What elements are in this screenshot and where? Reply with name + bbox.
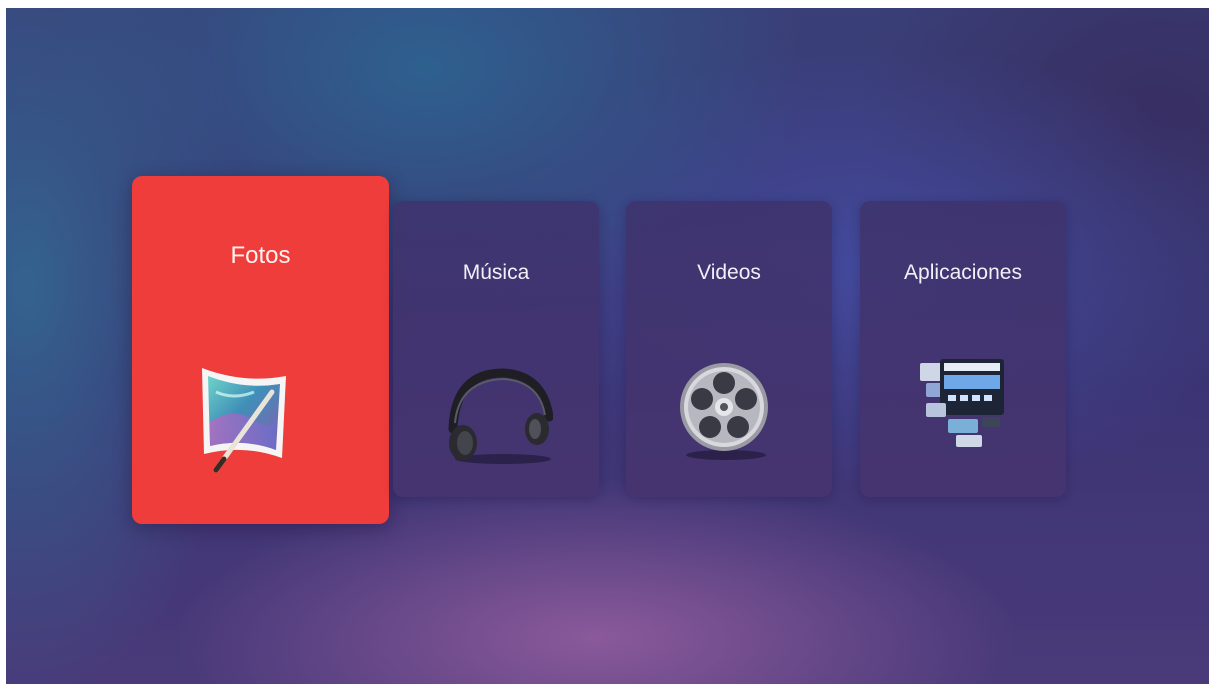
tile-aplicaciones[interactable]: Aplicaciones <box>860 201 1066 497</box>
tile-musica[interactable]: Música <box>393 201 599 497</box>
home-screen: Fotos Música Videos Aplicaciones <box>6 8 1209 684</box>
tile-fotos[interactable]: Fotos <box>132 176 389 524</box>
tile-aplicaciones-label: Aplicaciones <box>904 261 1022 284</box>
headphones-icon <box>443 359 554 469</box>
tile-fotos-label: Fotos <box>230 242 291 269</box>
tile-musica-label: Música <box>462 261 530 284</box>
tile-videos-label: Videos <box>697 261 761 284</box>
film-reel-icon <box>676 355 776 465</box>
apps-icon <box>912 355 1012 459</box>
tile-videos[interactable]: Videos <box>626 201 832 497</box>
photos-icon <box>194 362 294 482</box>
